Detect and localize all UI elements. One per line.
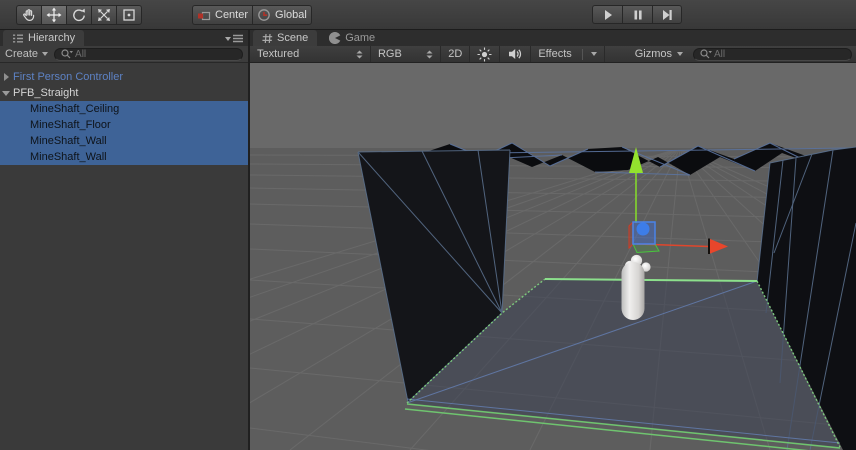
hand-tool-button[interactable] bbox=[16, 5, 41, 25]
shading-mode-dropdown[interactable]: Textured bbox=[250, 46, 371, 62]
pivot-global-icon bbox=[258, 9, 270, 21]
scene-search-input[interactable] bbox=[714, 48, 846, 60]
hierarchy-item-label: MineShaft_Ceiling bbox=[30, 103, 120, 115]
rect-tool-icon bbox=[123, 9, 135, 21]
tab-hierarchy[interactable]: Hierarchy bbox=[3, 30, 85, 46]
separator bbox=[581, 48, 583, 60]
2d-toggle-button[interactable]: 2D bbox=[441, 46, 471, 62]
transform-tools-group bbox=[16, 5, 142, 25]
pivot-center-button[interactable]: Center bbox=[192, 5, 253, 25]
render-channel-value: RGB bbox=[377, 48, 402, 60]
scene-tab-label: Scene bbox=[277, 32, 309, 44]
chevron-down-icon bbox=[677, 52, 683, 56]
scale-tool-button[interactable] bbox=[91, 5, 116, 25]
chevron-down-icon bbox=[225, 36, 231, 41]
rotate-tool-button[interactable] bbox=[66, 5, 91, 25]
move-icon bbox=[46, 7, 62, 23]
effects-dropdown[interactable]: Effects bbox=[531, 46, 605, 62]
hierarchy-tabbar: Hierarchy bbox=[0, 30, 248, 46]
hierarchy-panel: Hierarchy Create All First Person Contro… bbox=[0, 30, 250, 450]
expand-collapsed-icon[interactable] bbox=[4, 73, 9, 81]
scene-panel: Scene Game Textured RGB 2D Effects Gizmo… bbox=[250, 30, 856, 450]
search-icon bbox=[61, 49, 74, 59]
pivot-center-icon bbox=[198, 11, 211, 20]
hand-icon bbox=[23, 9, 35, 22]
hierarchy-item-label: First Person Controller bbox=[13, 71, 124, 83]
move-tool-button[interactable] bbox=[41, 5, 66, 25]
create-label: Create bbox=[5, 48, 39, 60]
hierarchy-tab-label: Hierarchy bbox=[28, 32, 76, 44]
hierarchy-list-icon bbox=[13, 34, 23, 42]
hierarchy-item-label: MineShaft_Wall bbox=[30, 135, 107, 147]
hierarchy-item-label: MineShaft_Floor bbox=[30, 119, 111, 131]
hierarchy-item-label: MineShaft_Wall bbox=[30, 151, 107, 163]
hierarchy-item[interactable]: PFB_Straight bbox=[0, 85, 248, 101]
scene-search-box[interactable] bbox=[693, 47, 852, 61]
effects-label: Effects bbox=[538, 48, 572, 60]
sun-icon bbox=[477, 47, 492, 61]
game-tab-label: Game bbox=[345, 32, 376, 44]
scene-3d-render[interactable] bbox=[250, 63, 856, 450]
scene-tabbar: Scene Game bbox=[250, 30, 856, 46]
search-icon bbox=[700, 49, 712, 59]
expand-expanded-icon[interactable] bbox=[2, 91, 10, 96]
hierarchy-panel-menu-button[interactable] bbox=[225, 34, 243, 43]
lighting-toggle-button[interactable] bbox=[470, 46, 501, 62]
hierarchy-toolbar: Create bbox=[0, 46, 248, 63]
hierarchy-search-input[interactable] bbox=[75, 48, 237, 60]
game-pacman-icon bbox=[329, 32, 341, 44]
scene-view-toolbar: Textured RGB 2D Effects Gizmos All bbox=[250, 46, 856, 63]
tab-game[interactable]: Game bbox=[320, 30, 384, 46]
main-toolbar: Center Global bbox=[0, 0, 856, 30]
pivot-toggle-group: Center Global bbox=[192, 5, 312, 25]
rotate-icon bbox=[73, 8, 85, 22]
gizmo-z-axis-ball[interactable] bbox=[636, 222, 650, 236]
create-button[interactable]: Create bbox=[5, 48, 49, 60]
pause-icon bbox=[634, 10, 642, 19]
hierarchy-search-box[interactable] bbox=[54, 47, 243, 61]
hierarchy-item[interactable]: MineShaft_Ceiling bbox=[0, 101, 248, 117]
audio-toggle-button[interactable] bbox=[500, 46, 532, 62]
gizmo-xz-plane-handle[interactable] bbox=[632, 243, 660, 254]
step-icon bbox=[663, 9, 672, 20]
tab-scene[interactable]: Scene bbox=[253, 30, 318, 46]
gizmos-dropdown[interactable]: Gizmos bbox=[629, 46, 689, 62]
chevron-down-icon bbox=[42, 52, 49, 56]
speaker-icon bbox=[509, 49, 522, 59]
unity-editor-window: Center Global Hierarchy Create All First… bbox=[0, 0, 856, 450]
gizmos-label: Gizmos bbox=[634, 48, 672, 60]
rect-tool-button[interactable] bbox=[116, 5, 142, 25]
play-button[interactable] bbox=[592, 5, 622, 24]
scene-viewport[interactable] bbox=[250, 63, 856, 450]
hierarchy-item[interactable]: First Person Controller bbox=[0, 69, 248, 85]
playback-group bbox=[592, 5, 682, 24]
chevron-down-icon bbox=[590, 52, 597, 56]
pivot-center-label: Center bbox=[215, 9, 249, 21]
hierarchy-item[interactable]: MineShaft_Wall bbox=[0, 149, 248, 165]
hierarchy-list: First Person Controller PFB_Straight Min… bbox=[0, 63, 248, 450]
step-button[interactable] bbox=[652, 5, 682, 24]
scene-grid-icon bbox=[262, 33, 273, 43]
hierarchy-item[interactable]: MineShaft_Wall bbox=[0, 133, 248, 149]
scale-icon bbox=[98, 9, 110, 21]
render-channel-dropdown[interactable]: RGB bbox=[371, 46, 442, 62]
shading-mode-value: Textured bbox=[257, 48, 300, 60]
pivot-global-button[interactable]: Global bbox=[252, 5, 312, 25]
pivot-global-label: Global bbox=[275, 9, 307, 21]
menu-lines-icon bbox=[233, 34, 243, 43]
play-icon bbox=[604, 9, 612, 20]
pause-button[interactable] bbox=[622, 5, 652, 24]
2d-toggle-label: 2D bbox=[448, 48, 463, 60]
hierarchy-item[interactable]: MineShaft_Floor bbox=[0, 117, 248, 133]
hierarchy-item-label: PFB_Straight bbox=[13, 87, 79, 99]
updown-arrows-icon bbox=[426, 50, 433, 58]
updown-arrows-icon bbox=[356, 50, 363, 58]
